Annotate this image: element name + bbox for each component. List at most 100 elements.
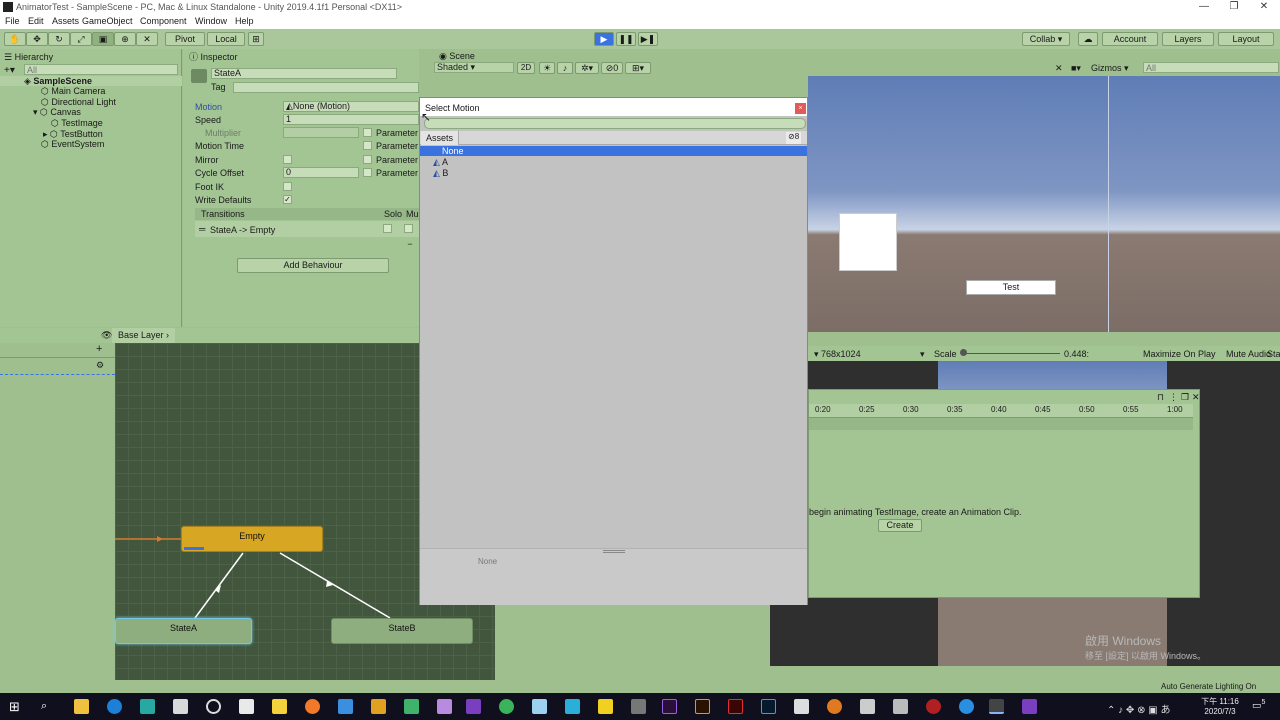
hierarchy-search-input[interactable] — [24, 64, 178, 75]
step-button[interactable]: ▶❚ — [638, 32, 658, 46]
rect-tool-icon[interactable]: ▣ — [92, 32, 114, 46]
mirror-checkbox[interactable] — [283, 155, 292, 164]
drag-handle-icon[interactable]: ═ — [199, 224, 205, 234]
2d-toggle[interactable]: 2D — [517, 62, 535, 74]
search-icon[interactable]: ⌕ — [41, 699, 56, 714]
state-name-input[interactable]: StateA — [211, 68, 397, 79]
rotate-tool-icon[interactable]: ↻ — [48, 32, 70, 46]
move-tool-icon[interactable]: ✥ — [26, 32, 48, 46]
maximize-icon[interactable]: ❐ — [1181, 392, 1189, 403]
menu-icon[interactable]: ⋮ — [1169, 392, 1178, 403]
edge-icon[interactable] — [107, 699, 122, 714]
add-behaviour-button[interactable]: Add Behaviour — [237, 258, 389, 273]
minimize-button[interactable]: — — [1189, 0, 1219, 15]
breadcrumb[interactable]: Base Layer › — [112, 328, 176, 343]
scene-viewport[interactable]: Test — [808, 76, 1280, 332]
hierarchy-tab[interactable]: ☰ Hierarchy — [4, 51, 53, 63]
hierarchy-item-directional-light[interactable]: ⬡ Directional Light — [0, 97, 182, 107]
custom-tool-icon[interactable]: ✕ — [136, 32, 158, 46]
app-icon[interactable] — [437, 699, 452, 714]
motion-field[interactable]: ◭None (Motion) — [283, 101, 419, 112]
stats-toggle[interactable]: Sta — [1267, 349, 1280, 359]
speed-input[interactable]: 1 — [283, 114, 419, 125]
snap-icon[interactable]: ⊞ — [248, 32, 264, 46]
hierarchy-item-testimage[interactable]: ⬡ TestImage — [0, 118, 182, 128]
onenote-icon[interactable] — [466, 699, 481, 714]
grid-icon[interactable]: ⊞▾ — [625, 62, 651, 74]
account-dropdown[interactable]: Account — [1102, 32, 1158, 46]
mute-checkbox[interactable] — [404, 224, 413, 233]
resolution-dropdown[interactable]: ▾ 768x1024 — [814, 349, 861, 360]
hierarchy-item-testbutton[interactable]: ▸ ⬡ TestButton — [0, 129, 182, 139]
visibility-toggle[interactable]: ⊘0 — [601, 62, 623, 74]
menu-window[interactable]: Window — [195, 16, 227, 26]
cycle-offset-input[interactable]: 0 — [283, 167, 359, 178]
hand-tool-icon[interactable]: ✋ — [4, 32, 26, 46]
play-button[interactable]: ▶ — [594, 32, 614, 46]
transition-row[interactable]: ═ StateA -> Empty — [195, 221, 419, 237]
scene-search-input[interactable] — [1143, 62, 1279, 73]
dialog-search-input[interactable] — [424, 118, 806, 129]
hierarchy-item-canvas[interactable]: ▾ ⬡ Canvas — [0, 107, 182, 117]
maximize-button[interactable]: ❐ — [1219, 0, 1249, 15]
close-icon[interactable]: ✕ — [1192, 392, 1200, 403]
write-defaults-checkbox[interactable]: ✓ — [283, 195, 292, 204]
pivot-toggle[interactable]: Pivot — [165, 32, 205, 46]
app-icon[interactable] — [893, 699, 908, 714]
hidden-count-toggle[interactable]: ⊘8 — [786, 132, 802, 144]
menu-gameobject[interactable]: GameObject — [82, 16, 133, 26]
app-icon[interactable] — [272, 699, 287, 714]
scale-tool-icon[interactable]: ⤢ — [70, 32, 92, 46]
foot-ik-checkbox[interactable] — [283, 182, 292, 191]
test-button-preview[interactable]: Test — [966, 280, 1056, 295]
scene-tab[interactable]: ◉ Scene — [439, 50, 475, 62]
blender-icon[interactable] — [827, 699, 842, 714]
test-image-preview[interactable] — [839, 213, 897, 271]
menu-component[interactable]: Component — [140, 16, 187, 26]
multiplier-dropdown[interactable] — [283, 127, 359, 138]
app-icon[interactable] — [173, 699, 188, 714]
mute-audio-toggle[interactable]: Mute Audio — [1226, 349, 1271, 359]
app-icon[interactable] — [959, 699, 974, 714]
lighting-icon[interactable]: ☀ — [539, 62, 555, 74]
maximize-on-play-toggle[interactable]: Maximize On Play — [1143, 349, 1216, 359]
tab-assets[interactable]: Assets — [421, 131, 460, 145]
close-button[interactable]: ✕ — [1249, 0, 1279, 15]
motion-item-a[interactable]: ◭ A — [420, 157, 807, 167]
unity-editor-icon[interactable] — [989, 699, 1004, 714]
collab-button[interactable]: Collab ▾ — [1022, 32, 1070, 46]
gear-icon[interactable]: ⚙ — [96, 360, 104, 371]
pause-button[interactable]: ❚❚ — [616, 32, 636, 46]
notification-icon[interactable]: ▭5 — [1252, 699, 1265, 711]
photoshop-icon[interactable] — [761, 699, 776, 714]
local-toggle[interactable]: Local — [207, 32, 245, 46]
visual-studio-icon[interactable] — [1022, 699, 1037, 714]
scale-slider-thumb[interactable] — [960, 349, 967, 356]
expand-arrow-icon[interactable]: ▸ — [43, 129, 50, 139]
inspector-tab[interactable]: ⓘ Inspector — [189, 51, 238, 63]
clock[interactable]: 下午 11:16 2020/7/3 — [1200, 696, 1240, 716]
transform-tool-icon[interactable]: ⊕ — [114, 32, 136, 46]
tag-input[interactable] — [233, 82, 419, 93]
tools-icon[interactable]: ✕ — [1055, 63, 1063, 74]
remove-transition-button[interactable]: − — [401, 239, 419, 249]
layout-dropdown[interactable]: Layout — [1218, 32, 1274, 46]
hierarchy-item-samplescene[interactable]: ◈ SampleScene — [0, 76, 182, 86]
layers-dropdown[interactable]: Layers — [1162, 32, 1214, 46]
app-icon[interactable] — [565, 699, 580, 714]
animate-icon[interactable] — [728, 699, 743, 714]
hierarchy-item-main-camera[interactable]: ⬡ Main Camera — [0, 86, 182, 96]
hierarchy-item-eventsystem[interactable]: ⬡ EventSystem — [0, 139, 182, 149]
illustrator-icon[interactable] — [695, 699, 710, 714]
motion-item-none[interactable]: None — [420, 146, 807, 156]
state-node-empty[interactable]: Empty — [181, 526, 323, 552]
resize-handle[interactable] — [603, 550, 625, 553]
state-node-stateB[interactable]: StateB — [331, 618, 473, 644]
layer-row[interactable]: ⚙ — [0, 357, 115, 375]
state-node-stateA[interactable]: StateA — [115, 618, 252, 644]
app-icon[interactable] — [371, 699, 386, 714]
gizmos-dropdown[interactable]: Gizmos ▾ — [1091, 63, 1129, 74]
scale-slider[interactable] — [964, 353, 1060, 354]
menu-assets[interactable]: Assets — [52, 16, 79, 26]
dialog-close-icon[interactable]: × — [795, 103, 806, 114]
